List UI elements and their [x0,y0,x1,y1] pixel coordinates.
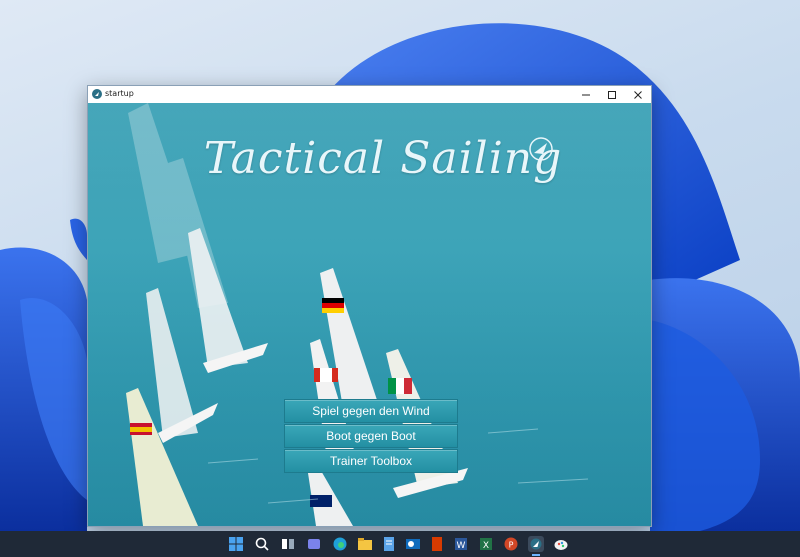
notepad-icon[interactable] [381,536,397,552]
file-explorer-icon[interactable] [357,536,373,552]
splash-screen: Tactical Sailing Spiel gegen den Wind Bo… [88,103,651,526]
close-icon [634,90,642,99]
powerpoint-icon[interactable]: P [503,536,519,552]
start-icon[interactable] [228,536,244,552]
search-icon[interactable] [254,536,270,552]
active-app-indicator [532,554,540,556]
maximize-button[interactable] [599,86,625,103]
edge-icon[interactable] [332,536,348,552]
close-button[interactable] [625,86,651,103]
teams-icon[interactable] [306,536,322,552]
title-bar[interactable]: startup [88,86,651,103]
outlook-icon[interactable] [405,536,421,552]
word-icon[interactable]: W [453,536,469,552]
startup-window[interactable]: startup Tactical Sailing Spiel gegen den… [87,85,652,527]
taskbar: W X P [0,531,800,557]
maximize-icon [608,90,616,99]
trainer-toolbox-button[interactable]: Trainer Toolbox [284,449,458,473]
task-view-icon[interactable] [280,536,296,552]
office-icon[interactable] [429,536,445,552]
excel-icon[interactable]: X [478,536,494,552]
sail-logo-icon [529,137,553,161]
app-icon [92,89,102,99]
svg-text:X: X [483,541,489,551]
minimize-icon [582,94,590,95]
svg-text:P: P [509,541,514,550]
spiel-gegen-den-wind-button[interactable]: Spiel gegen den Wind [284,399,458,423]
paint-icon[interactable] [553,536,569,552]
window-title: startup [105,89,134,98]
boot-gegen-boot-button[interactable]: Boot gegen Boot [284,424,458,448]
minimize-button[interactable] [573,86,599,103]
svg-text:W: W [457,541,466,551]
tactical-sailing-icon[interactable] [528,536,544,552]
